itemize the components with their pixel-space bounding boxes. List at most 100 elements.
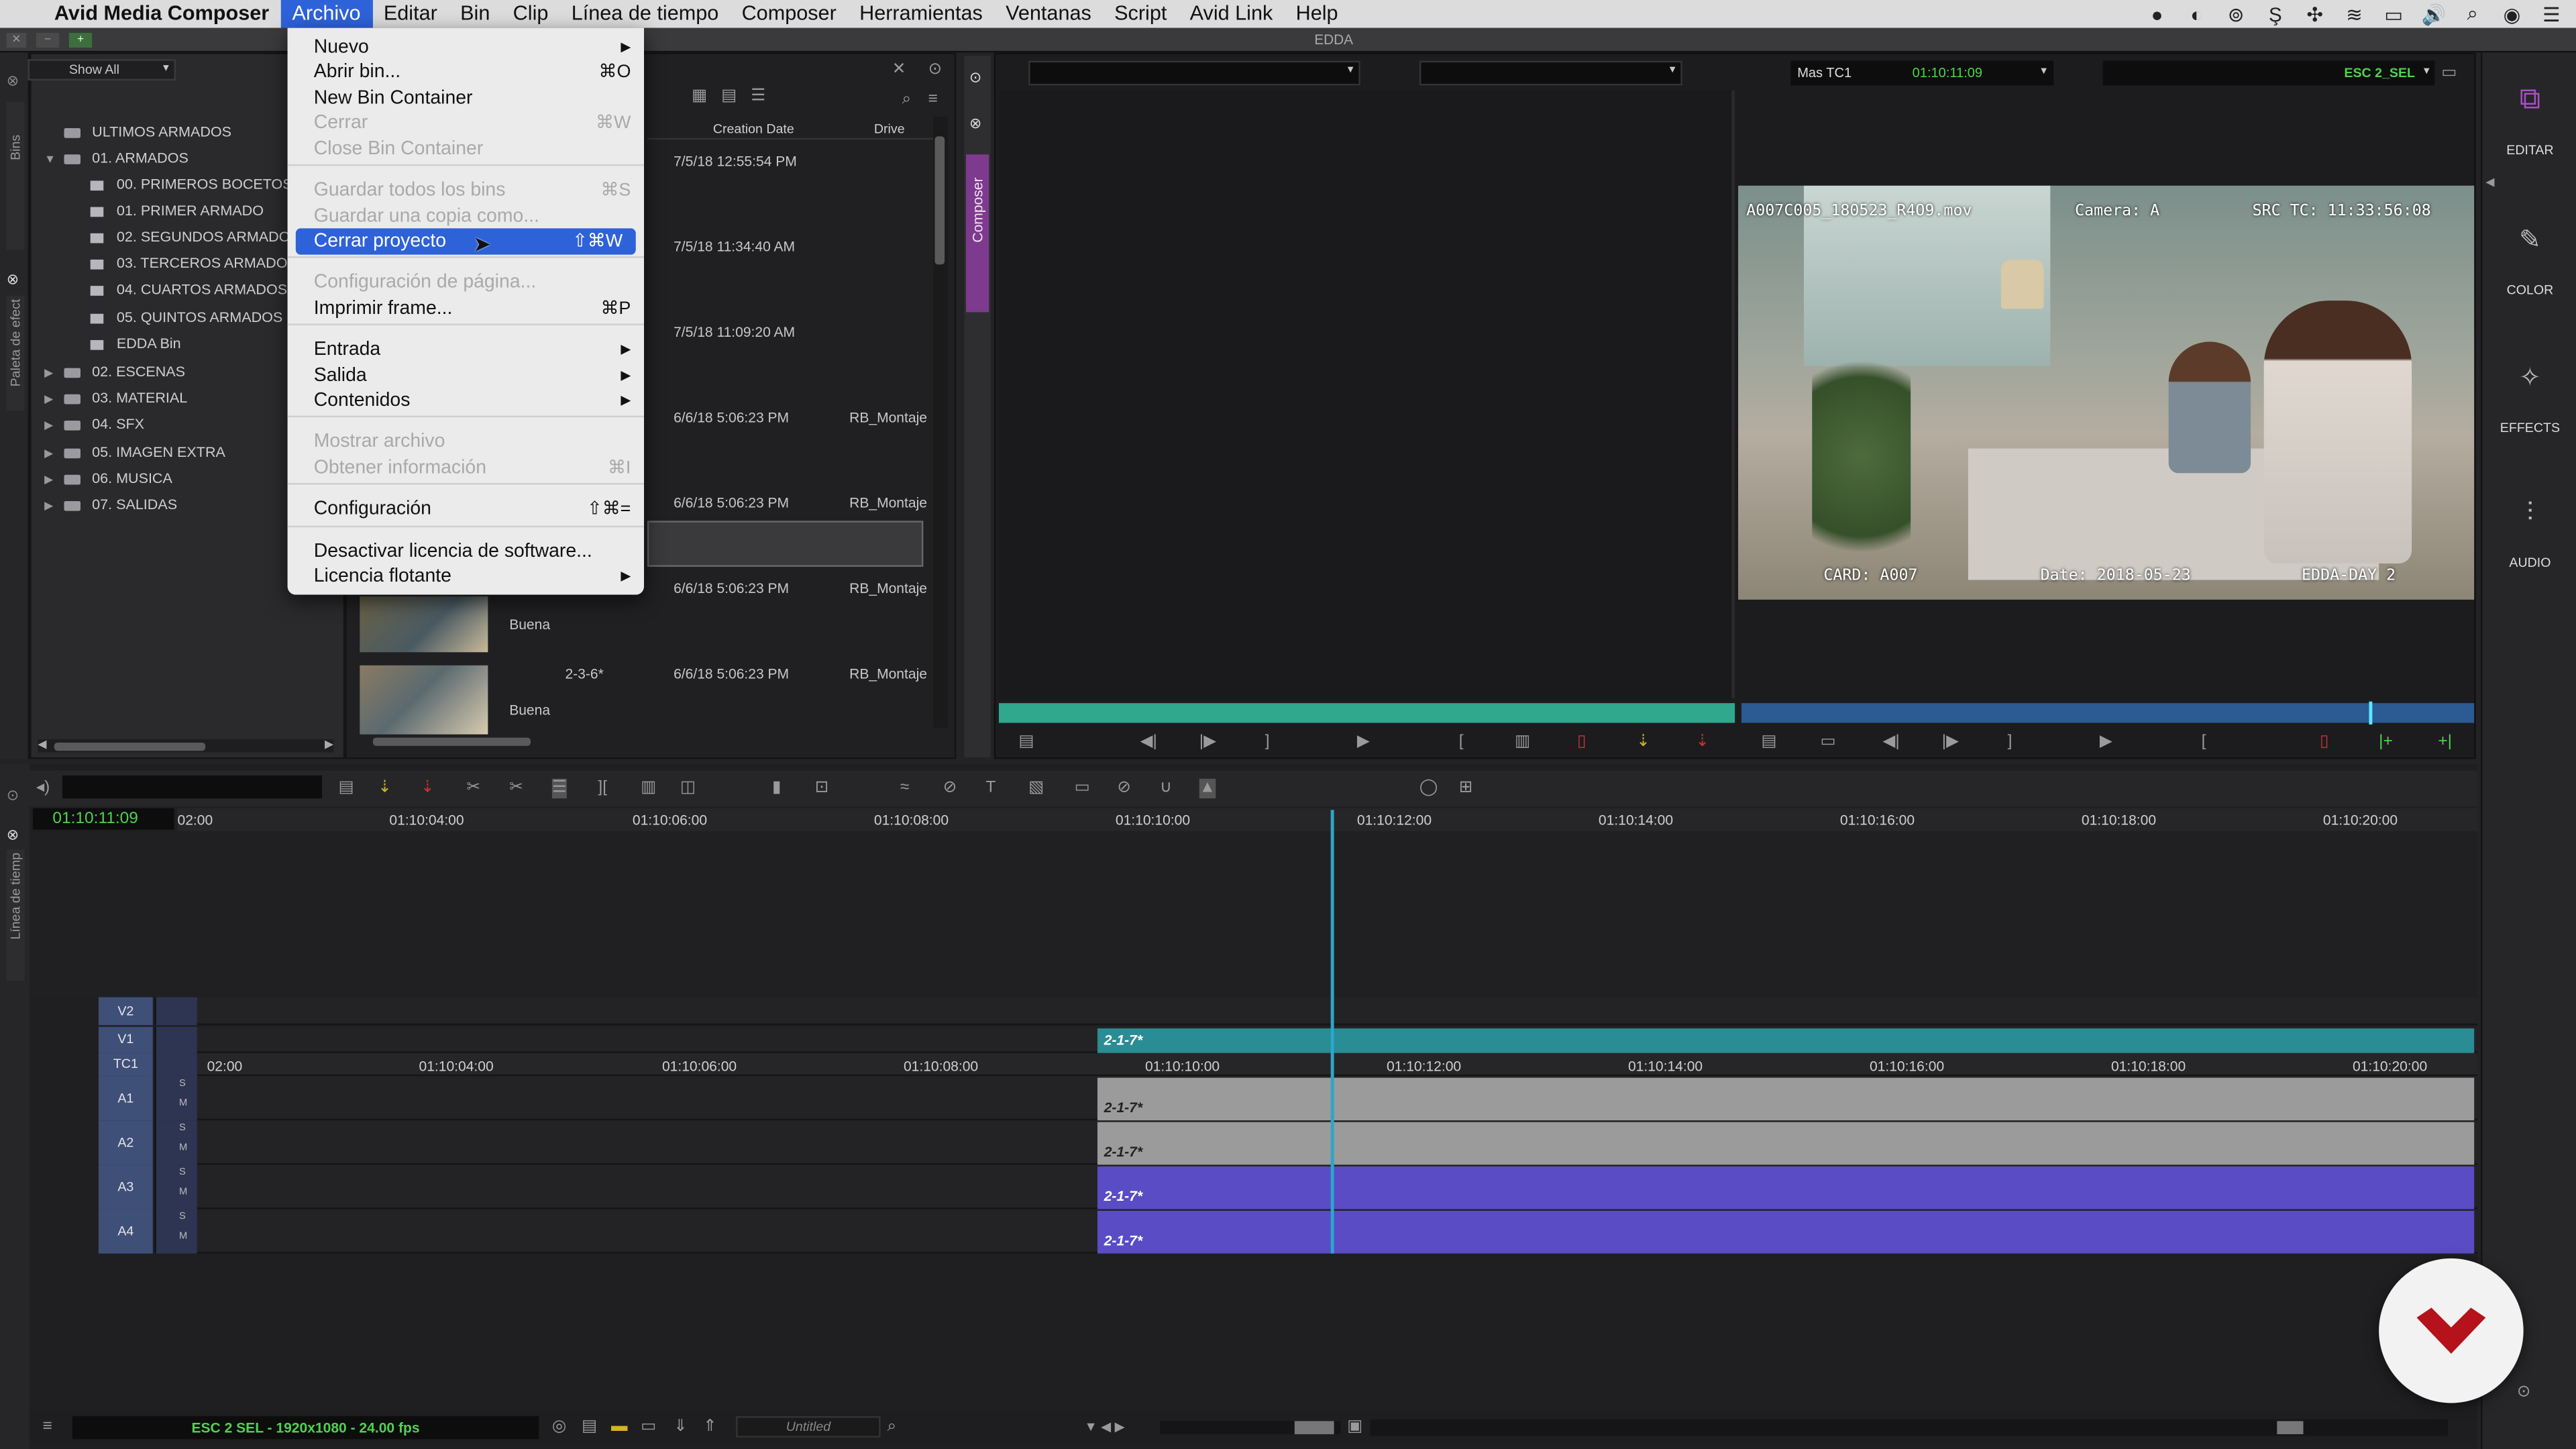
effect-palette-close-icon[interactable]: ⊗ [7, 271, 19, 289]
composer-tab[interactable]: Composer [966, 154, 989, 313]
splice-in-icon[interactable]: ⇣ [1636, 733, 1650, 752]
track-selector-tc1[interactable]: TC1 [98, 1053, 153, 1077]
timeline-tab[interactable]: Línea de tiemp [6, 849, 25, 981]
bin-scroll-thumb[interactable] [934, 136, 945, 265]
menu-avid-link[interactable]: Avid Link [1179, 0, 1285, 28]
record-settings-icon[interactable]: ▤ [1761, 733, 1776, 752]
step-back-icon[interactable]: ◀| [1883, 733, 1900, 752]
source-position-bar[interactable] [998, 703, 1735, 723]
timeline-options-icon[interactable]: ⊙ [7, 787, 19, 805]
bin-item[interactable]: 02. SEGUNDOS ARMADOS [90, 225, 300, 248]
menu-item[interactable]: Imprimir frame... ⌘P [288, 296, 644, 322]
script-view-icon[interactable]: ▤ [721, 87, 737, 107]
notification-center-icon[interactable]: ☰ [2540, 3, 2563, 25]
mark-in-icon[interactable]: [ [1459, 733, 1464, 752]
timeline-clip[interactable]: 2-1-7* [1097, 1210, 2475, 1254]
monitor-icon[interactable]: ▤ [582, 1417, 597, 1437]
sequence-menu[interactable]: ESC 2_SEL ▼ [2102, 60, 2435, 86]
menu-item[interactable]: Desactivar licencia de software... [288, 539, 644, 565]
collapse-arrow-icon[interactable]: ◀ [2485, 174, 2494, 194]
wifi-icon[interactable]: ≋ [2343, 3, 2365, 25]
mark-clip-icon[interactable]: ▥ [1515, 733, 1530, 752]
siri-icon[interactable]: ◉ [2500, 3, 2523, 25]
bin-item[interactable]: 01. PRIMER ARMADO [90, 199, 264, 221]
frame-view-icon[interactable]: ▦ [692, 87, 707, 107]
clear-marks-icon[interactable]: ▯ [1577, 733, 1587, 752]
track-selector-a2[interactable]: A2 [98, 1120, 153, 1165]
menu-item[interactable]: Contenidos ▶ [288, 388, 644, 414]
track-row[interactable] [197, 997, 2478, 1026]
menu-composer[interactable]: Composer [730, 0, 848, 28]
play-icon[interactable]: ▶ [2100, 733, 2112, 752]
edit-workspace-button[interactable]: ⧉ EDITAR [2482, 82, 2576, 180]
effects-workspace-button[interactable]: ✧ EFFECTS [2482, 362, 2576, 460]
track-control[interactable] [154, 1053, 197, 1077]
film-icon[interactable]: ▭ [641, 1417, 656, 1437]
composer-tab-close-icon[interactable]: ⊙ [969, 69, 981, 87]
bin-pane-close-icon[interactable]: ⊗ [7, 72, 19, 91]
hscroll-thumb[interactable] [2277, 1421, 2304, 1434]
app-menu[interactable]: Avid Media Composer [43, 0, 281, 28]
mute-button[interactable]: M [179, 1188, 187, 1198]
mark-out-icon[interactable]: ] [1265, 733, 1270, 752]
bin-folder[interactable]: ▶ 06. MUSICA [44, 467, 172, 490]
scroll-arrows-icon[interactable]: ▼ ◀ ▶ [1084, 1417, 1124, 1437]
timeline-clip[interactable]: 2-1-7* [1097, 1028, 2475, 1053]
track-selector-a1[interactable]: A1 [98, 1076, 153, 1121]
close-bin-icon[interactable]: ✕ [892, 61, 906, 80]
fast-menu-icon[interactable]: ≡ [43, 1417, 52, 1437]
bin-folder[interactable]: ▶ 07. SALIDAS [44, 493, 177, 516]
bin-selected-row[interactable] [647, 521, 924, 567]
color-workspace-button[interactable]: ✎ COLOR [2482, 223, 2576, 322]
menu-archivo[interactable]: Archivo [280, 0, 372, 28]
bin-folder[interactable]: ▶ 05. IMAGEN EXTRA [44, 440, 225, 463]
bin-folder[interactable]: ▶ 02. ESCENAS [44, 360, 185, 382]
match-frame-icon[interactable]: ▭ [1820, 733, 1835, 752]
menu-item[interactable]: Salida ▶ [288, 363, 644, 389]
mute-button[interactable]: M [179, 1144, 187, 1154]
track-selector-a3[interactable]: A3 [98, 1165, 153, 1210]
track-selector-a4[interactable]: A4 [98, 1209, 153, 1254]
bins-tab[interactable]: Bins [6, 101, 25, 250]
track-selector-v2[interactable]: V2 [98, 997, 153, 1026]
disclosure-closed-icon[interactable]: ▶ [44, 443, 64, 466]
play-icon[interactable]: ▶ [1357, 733, 1370, 752]
extract-tool-icon[interactable]: ⇑ [703, 1417, 717, 1437]
step-forward-icon[interactable]: |▶ [1942, 733, 1959, 752]
timeline-close-icon[interactable]: ⊗ [7, 826, 19, 845]
record-position-bar[interactable] [1741, 701, 2475, 725]
menu-ventanas[interactable]: Ventanas [994, 0, 1103, 28]
go-to-out-icon[interactable]: +| [2438, 733, 2452, 752]
corner-options-icon[interactable]: ⊙ [2517, 1383, 2531, 1403]
cloud-status-icon[interactable]: ⊚ [2224, 3, 2247, 25]
search-icon[interactable]: ⌕ [902, 91, 912, 110]
source-menu-2[interactable]: ▼ [1419, 60, 1682, 86]
disclosure-closed-icon[interactable]: ▶ [44, 470, 64, 492]
effect-palette-tab[interactable]: Paleta de efect [6, 295, 25, 411]
mark-in-icon[interactable]: [ [2202, 733, 2206, 752]
record-tc-display[interactable]: Mas TC1 01:10:11:09 ▼ [1790, 60, 2054, 86]
show-all-dropdown[interactable]: Show All ▼ [28, 59, 176, 81]
timeline-clip[interactable]: 2-1-7* [1097, 1122, 2475, 1165]
menu-item[interactable]: New Bin Container [288, 85, 644, 111]
color-icon[interactable]: ▬ [611, 1417, 627, 1437]
bin-horizontal-scrollbar[interactable] [354, 735, 928, 748]
audio-icon[interactable]: ◎ [552, 1417, 566, 1437]
go-to-in-icon[interactable]: |+ [2379, 733, 2393, 752]
step-forward-icon[interactable]: |▶ [1199, 733, 1216, 752]
menu-item[interactable]: Configuración ⇧⌘= [288, 496, 644, 523]
timeline-hscroll[interactable] [1370, 1419, 2449, 1436]
column-creation-date[interactable]: Creation Date [713, 121, 794, 136]
timeline-search-field[interactable]: Untitled [736, 1416, 881, 1438]
bin-item[interactable]: EDDA Bin [90, 332, 181, 355]
disclosure-closed-icon[interactable]: ▶ [44, 416, 64, 439]
clear-marks-icon[interactable]: ▯ [2320, 733, 2329, 752]
disclosure-open-icon[interactable]: ▼ [44, 150, 64, 172]
menu-herramientas[interactable]: Herramientas [848, 0, 994, 28]
track-selector-v1[interactable]: V1 [98, 1026, 153, 1053]
bin-item[interactable]: 05. QUINTOS ARMADOS [90, 306, 282, 329]
zoom-thumb[interactable] [1294, 1421, 1334, 1434]
step-back-icon[interactable]: ◀| [1140, 733, 1157, 752]
timeline-clip[interactable]: 2-1-7* [1097, 1077, 2475, 1121]
mute-button[interactable]: M [179, 1099, 187, 1109]
